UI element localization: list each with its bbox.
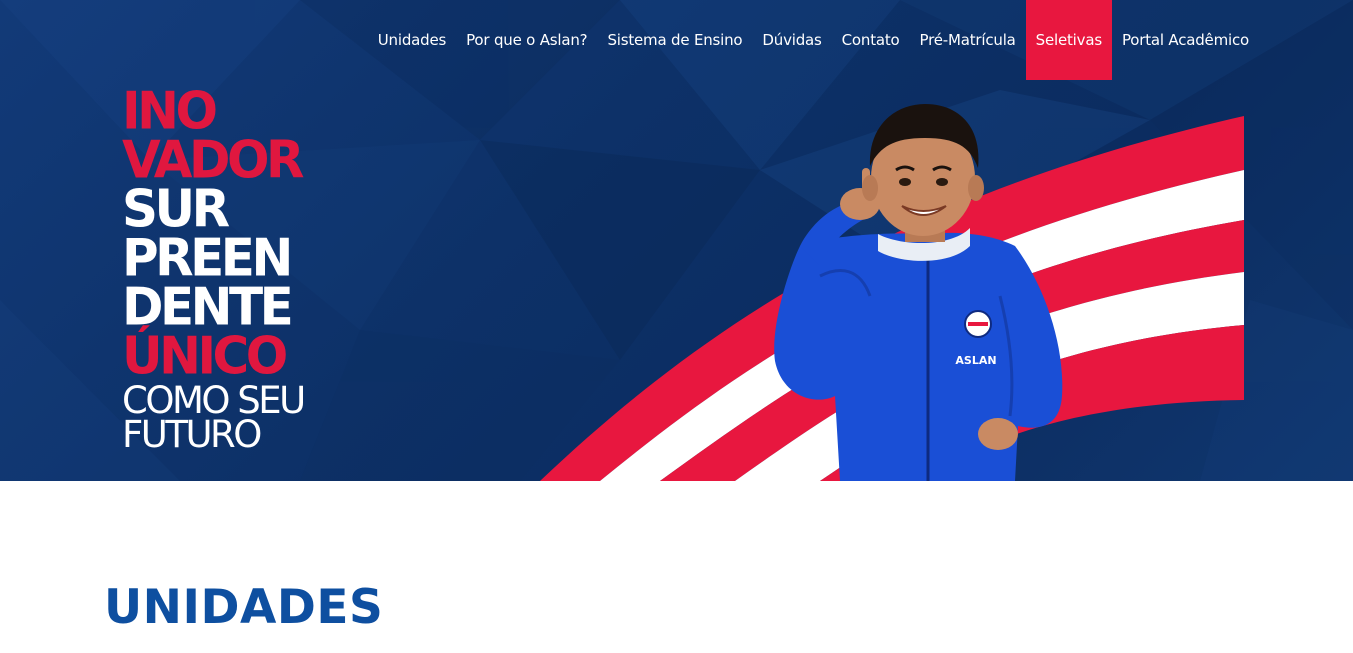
student-photo: ASLAN [774,104,1063,481]
nav-item-pre-matricula[interactable]: Pré-Matrícula [910,0,1026,80]
hero-slogan: INO VADOR SUR PREEN DENTE ÚNICO COMO SEU… [122,85,306,456]
jacket-logo-text: ASLAN [955,354,996,367]
hero-banner: Unidades Por que o Aslan? Sistema de Ens… [0,0,1353,481]
nav-item-unidades[interactable]: Unidades [368,0,456,80]
nav-item-por-que-aslan[interactable]: Por que o Aslan? [456,0,597,80]
nav-item-contato[interactable]: Contato [832,0,910,80]
main-nav: Unidades Por que o Aslan? Sistema de Ens… [368,0,1259,80]
nav-item-seletivas[interactable]: Seletivas [1025,0,1112,80]
section-title-unidades: UNIDADES [104,580,384,635]
nav-item-sistema-de-ensino[interactable]: Sistema de Ensino [597,0,752,80]
nav-item-portal-academico[interactable]: Portal Acadêmico [1112,0,1259,80]
slogan-line-unico: ÚNICO [122,325,288,387]
nav-item-duvidas[interactable]: Dúvidas [752,0,831,80]
slogan-line-futuro: FUTURO [122,413,262,456]
